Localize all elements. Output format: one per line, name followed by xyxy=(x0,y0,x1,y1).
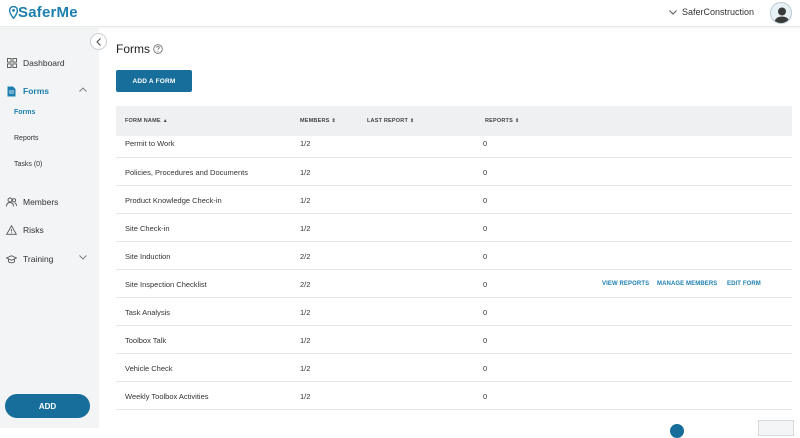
members-count: 1/2 xyxy=(300,224,311,233)
sidebar-subitem-forms[interactable]: Forms xyxy=(14,109,35,116)
reports-count: 0 xyxy=(483,336,488,345)
document-icon xyxy=(6,86,17,97)
risk-warning-icon xyxy=(6,225,17,236)
sidebar-item-label: Forms xyxy=(23,86,49,96)
edit-form-link[interactable]: EDIT FORM xyxy=(727,281,761,287)
sidebar-item-label: Members xyxy=(23,197,59,207)
top-bar: SaferMe SaferConstruction xyxy=(0,0,800,27)
column-header-label: LAST REPORT xyxy=(367,118,409,124)
form-name[interactable]: Product Knowledge Check-in xyxy=(125,196,222,205)
table-row[interactable]: Task Analysis 1/2 0 xyxy=(116,298,792,326)
reports-count: 0 xyxy=(483,252,488,261)
avatar[interactable] xyxy=(770,2,792,24)
reports-count: 0 xyxy=(483,224,488,233)
sidebar-item-label: Training xyxy=(23,254,54,264)
column-header-last-report[interactable]: LAST REPORT ⇕ xyxy=(367,118,414,124)
organization-name: SaferConstruction xyxy=(681,7,754,17)
page-title: Forms xyxy=(116,42,150,56)
reports-count: 0 xyxy=(483,364,488,373)
form-name[interactable]: Task Analysis xyxy=(125,308,170,317)
sidebar-item-label: Risks xyxy=(23,225,44,235)
main-content: Forms ADD A FORM FORM NAME ▲ MEMBERS ⇕ L… xyxy=(99,28,800,428)
table-row[interactable]: Site Check-in 1/2 0 xyxy=(116,214,792,242)
help-icon[interactable] xyxy=(153,41,163,59)
table-row[interactable]: Weekly Toolbox Activities 1/2 0 xyxy=(116,382,792,410)
sidebar: Dashboard Forms Forms Reports Tasks (0) … xyxy=(0,28,99,428)
members-count: 1/2 xyxy=(300,392,311,401)
manage-members-link[interactable]: MANAGE MEMBERS xyxy=(657,281,717,287)
form-name[interactable]: Permit to Work xyxy=(125,139,174,148)
members-count: 2/2 xyxy=(300,252,311,261)
sidebar-subitem-reports[interactable]: Reports xyxy=(14,135,39,142)
members-count: 1/2 xyxy=(300,168,311,177)
sidebar-item-label: Dashboard xyxy=(23,58,65,68)
members-count: 1/2 xyxy=(300,364,311,373)
reports-count: 0 xyxy=(483,196,488,205)
logo-text: SaferMe xyxy=(18,4,78,21)
chevron-down-icon xyxy=(79,255,87,260)
reports-count: 0 xyxy=(483,168,488,177)
reports-count: 0 xyxy=(483,280,488,289)
dashboard-icon xyxy=(6,58,17,69)
sidebar-item-training[interactable]: Training xyxy=(0,249,99,269)
table-row-hovered[interactable]: Site Inspection Checklist 2/2 0 VIEW REP… xyxy=(116,270,792,298)
column-header-label: MEMBERS xyxy=(300,118,330,124)
table-row[interactable]: Vehicle Check 1/2 0 xyxy=(116,354,792,382)
members-count: 1/2 xyxy=(300,196,311,205)
form-name[interactable]: Policies, Procedures and Documents xyxy=(125,168,248,177)
organization-switcher[interactable]: SaferConstruction xyxy=(669,7,754,17)
chevron-left-icon xyxy=(95,37,101,46)
form-name[interactable]: Site Check-in xyxy=(125,224,170,233)
sidebar-item-risks[interactable]: Risks xyxy=(0,220,99,240)
column-header-members[interactable]: MEMBERS ⇕ xyxy=(300,118,336,124)
reports-count: 0 xyxy=(483,139,488,148)
pagination-next-button[interactable] xyxy=(758,420,794,436)
column-header-label: FORM NAME xyxy=(125,118,161,124)
table-row[interactable]: Site Induction 2/2 0 xyxy=(116,242,792,270)
reports-count: 0 xyxy=(483,392,488,401)
sort-icon: ⇕ xyxy=(331,118,336,124)
members-count: 1/2 xyxy=(300,139,311,148)
form-name[interactable]: Vehicle Check xyxy=(125,364,173,373)
view-reports-link[interactable]: VIEW REPORTS xyxy=(602,281,649,287)
chevron-down-icon xyxy=(669,9,677,15)
table-header: FORM NAME ▲ MEMBERS ⇕ LAST REPORT ⇕ REPO… xyxy=(116,106,792,136)
reports-count: 0 xyxy=(483,308,488,317)
user-avatar-icon xyxy=(774,7,790,23)
members-icon xyxy=(6,197,17,208)
sort-icon: ⇕ xyxy=(515,118,520,124)
table-row[interactable]: Policies, Procedures and Documents 1/2 0 xyxy=(116,158,792,186)
sidebar-item-dashboard[interactable]: Dashboard xyxy=(0,53,99,73)
sort-icon: ⇕ xyxy=(410,118,415,124)
pagination-current-page[interactable] xyxy=(670,424,684,438)
add-form-button[interactable]: ADD A FORM xyxy=(116,70,192,92)
column-header-form-name[interactable]: FORM NAME ▲ xyxy=(125,118,168,124)
sidebar-item-members[interactable]: Members xyxy=(0,192,99,212)
sort-asc-icon: ▲ xyxy=(162,118,168,124)
column-header-label: REPORTS xyxy=(485,118,513,124)
form-name[interactable]: Site Induction xyxy=(125,252,170,261)
table-row[interactable]: Product Knowledge Check-in 1/2 0 xyxy=(116,186,792,214)
sidebar-item-forms[interactable]: Forms xyxy=(0,81,99,101)
form-name[interactable]: Site Inspection Checklist xyxy=(125,280,207,289)
form-name[interactable]: Weekly Toolbox Activities xyxy=(125,392,209,401)
sidebar-subitem-tasks[interactable]: Tasks (0) xyxy=(14,161,42,168)
location-pin-icon xyxy=(9,6,18,19)
graduation-cap-icon xyxy=(6,254,17,265)
add-button[interactable]: ADD xyxy=(5,394,90,418)
saferme-logo[interactable]: SaferMe xyxy=(9,4,78,21)
members-count: 1/2 xyxy=(300,308,311,317)
table-row[interactable]: Permit to Work 1/2 0 xyxy=(116,136,792,158)
chevron-up-icon xyxy=(79,87,87,92)
members-count: 1/2 xyxy=(300,336,311,345)
column-header-reports[interactable]: REPORTS ⇕ xyxy=(485,118,519,124)
form-name[interactable]: Toolbox Talk xyxy=(125,336,166,345)
members-count: 2/2 xyxy=(300,280,311,289)
collapse-sidebar-button[interactable] xyxy=(90,33,107,50)
table-row[interactable]: Toolbox Talk 1/2 0 xyxy=(116,326,792,354)
